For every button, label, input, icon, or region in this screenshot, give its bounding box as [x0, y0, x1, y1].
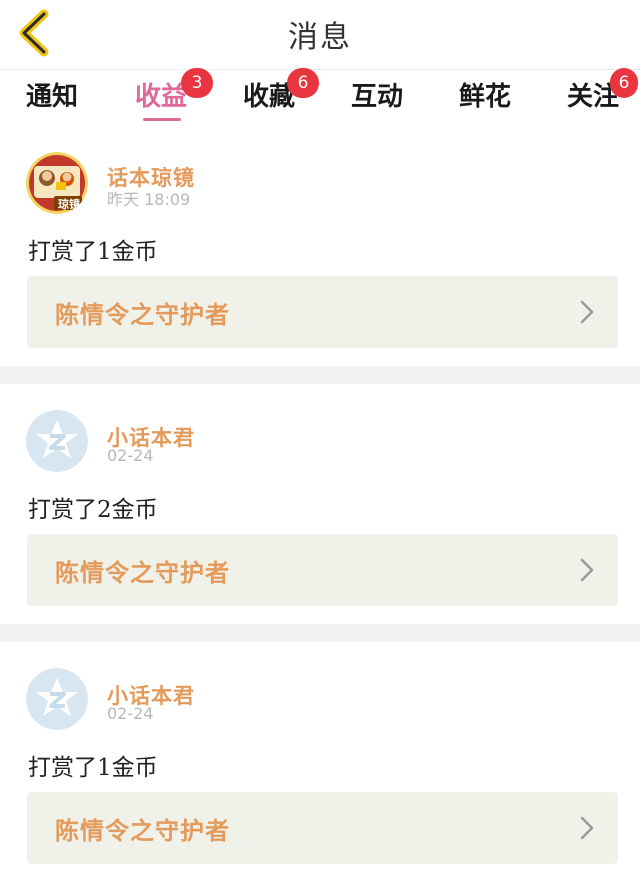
message-text: 打赏了1金币: [28, 755, 158, 781]
divider: [0, 624, 640, 642]
tab-bar: 通知 收益 3 收藏 6 互动 鲜花 关注 6: [0, 68, 640, 122]
chevron-right-icon: [580, 300, 594, 324]
default-z-avatar-icon: [26, 668, 88, 730]
avatar[interactable]: 琼镜: [26, 152, 88, 214]
tab-notifications[interactable]: 通知: [26, 76, 78, 113]
timestamp: 02-24: [107, 704, 154, 723]
story-link[interactable]: 陈情令之守护者: [27, 534, 618, 606]
avatar[interactable]: [26, 668, 88, 730]
unread-badge: 6: [610, 68, 638, 98]
story-link[interactable]: 陈情令之守护者: [27, 276, 618, 348]
page-title: 消息: [288, 20, 352, 55]
tab-label: 鲜花: [459, 82, 512, 112]
divider: [0, 366, 640, 384]
tab-label: 互动: [351, 82, 404, 112]
chevron-right-icon: [580, 558, 594, 582]
message-card: 琼镜 话本琼镜 昨天 18:09 打赏了1金币 陈情令之守护者: [0, 122, 640, 366]
avatar[interactable]: [26, 410, 88, 472]
unread-badge: 3: [181, 68, 213, 98]
tab-interactions[interactable]: 互动: [351, 76, 403, 113]
message-text: 打赏了2金币: [28, 497, 158, 523]
story-title: 陈情令之守护者: [55, 558, 230, 587]
active-tab-indicator: [143, 118, 181, 121]
avatar-caption: 琼镜: [58, 198, 80, 211]
tab-label: 通知: [26, 82, 79, 112]
default-z-avatar-icon: [26, 410, 88, 472]
chevron-right-icon: [580, 816, 594, 840]
tab-earnings[interactable]: 收益 3: [135, 68, 213, 121]
story-link[interactable]: 陈情令之守护者: [27, 792, 618, 864]
message-text: 打赏了1金币: [28, 239, 158, 265]
story-title: 陈情令之守护者: [55, 816, 230, 845]
timestamp: 02-24: [107, 446, 154, 465]
tab-follows[interactable]: 关注 6: [567, 68, 638, 113]
tab-favorites[interactable]: 收藏 6: [243, 68, 319, 113]
unread-badge: 6: [287, 68, 319, 98]
message-card: 小话本君 02-24 打赏了1金币 陈情令之守护者: [0, 642, 640, 881]
tab-label: 收益: [135, 82, 188, 112]
tab-flowers[interactable]: 鲜花: [459, 76, 511, 113]
message-card: 小话本君 02-24 打赏了2金币 陈情令之守护者: [0, 384, 640, 624]
timestamp: 昨天 18:09: [107, 190, 191, 209]
story-title: 陈情令之守护者: [55, 300, 230, 329]
top-bar: 消息: [0, 0, 640, 70]
